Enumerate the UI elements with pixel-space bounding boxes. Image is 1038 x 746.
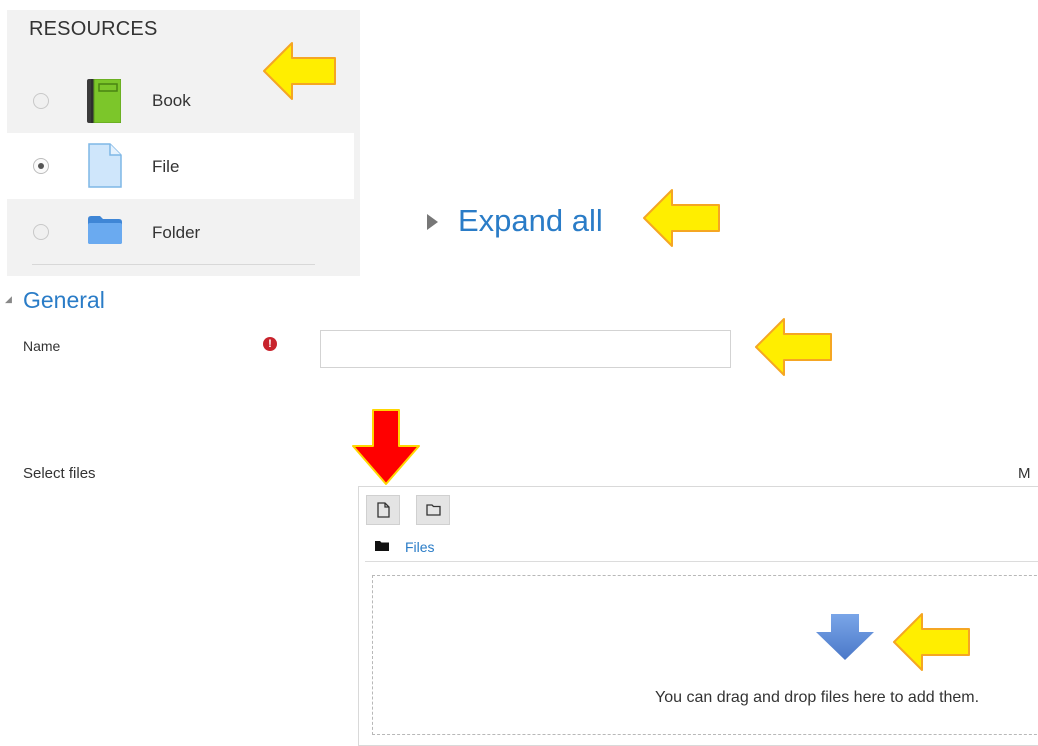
yellow-arrow-icon xyxy=(643,189,720,247)
add-file-icon xyxy=(377,502,390,518)
file-icon xyxy=(88,143,122,188)
required-icon: ! xyxy=(263,337,277,351)
red-arrow-icon xyxy=(352,409,420,485)
book-label: Book xyxy=(152,91,191,110)
folder-icon xyxy=(88,216,122,244)
file-label: File xyxy=(152,157,180,176)
name-label: Name xyxy=(23,338,61,354)
file-radio[interactable] xyxy=(33,158,49,174)
path-divider xyxy=(365,561,1038,562)
resource-option-file[interactable] xyxy=(7,133,354,199)
book-icon xyxy=(87,79,121,123)
expand-triangle-icon[interactable] xyxy=(427,214,438,230)
create-folder-icon xyxy=(426,504,441,516)
yellow-arrow-icon xyxy=(755,318,832,376)
down-arrow-icon xyxy=(816,614,874,660)
drop-instructions: You can drag and drop files here to add … xyxy=(655,689,980,706)
yellow-arrow-icon xyxy=(263,42,336,100)
add-file-button[interactable] xyxy=(366,495,400,525)
name-input[interactable] xyxy=(320,330,731,368)
folder-radio[interactable] xyxy=(33,224,49,240)
resources-title: RESOURCES xyxy=(29,18,158,40)
folder-label: Folder xyxy=(152,223,201,242)
files-path-link[interactable]: Files xyxy=(405,539,435,555)
max-size-label: M xyxy=(1018,465,1031,482)
expand-all-link[interactable]: Expand all xyxy=(458,203,603,239)
section-general-title[interactable]: General xyxy=(23,287,105,314)
create-folder-button[interactable] xyxy=(416,495,450,525)
book-radio[interactable] xyxy=(33,93,49,109)
select-files-label: Select files xyxy=(23,465,96,482)
resources-divider xyxy=(32,264,315,265)
collapse-caret-icon[interactable]: ◢ xyxy=(5,294,12,305)
yellow-arrow-icon xyxy=(893,613,970,671)
folder-path-icon xyxy=(375,541,389,551)
